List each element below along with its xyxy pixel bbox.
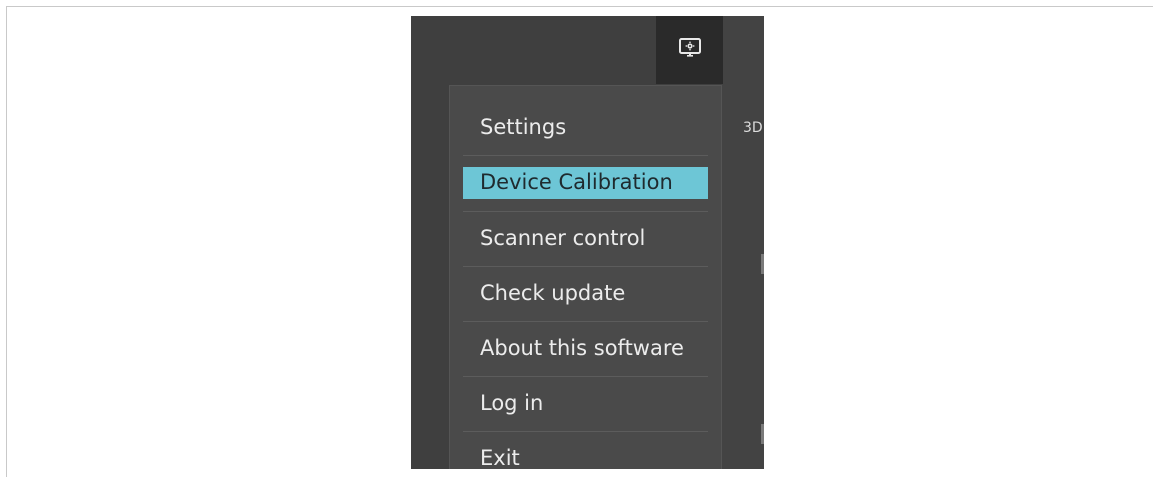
- settings-monitor-icon: [678, 36, 702, 64]
- menu-item-label: Scanner control: [480, 226, 646, 250]
- menu-item-label: Log in: [480, 391, 544, 415]
- menu-item-label: Check update: [480, 281, 626, 305]
- panel-control-edge: [761, 254, 764, 274]
- menu-item-exit[interactable]: Exit: [463, 431, 708, 469]
- menu-item-label: Settings: [480, 115, 567, 139]
- app-window: 3D Settings Device Calibration Scanner c…: [411, 16, 764, 469]
- menu-item-check-update[interactable]: Check update: [463, 266, 708, 320]
- right-panel: [721, 16, 764, 469]
- frame-left-border: [6, 6, 7, 477]
- panel-label: 3D: [743, 120, 763, 136]
- menu-item-scanner-control[interactable]: Scanner control: [463, 211, 708, 265]
- menu-item-settings[interactable]: Settings: [463, 100, 708, 154]
- settings-menu-button[interactable]: [656, 16, 723, 84]
- panel-control-edge: [761, 424, 764, 444]
- menu-item-log-in[interactable]: Log in: [463, 376, 708, 430]
- frame-top-border: [6, 6, 1153, 7]
- menu-item-device-calibration[interactable]: Device Calibration: [463, 155, 708, 209]
- menu-item-about-software[interactable]: About this software: [463, 321, 708, 375]
- page-frame: 3D Settings Device Calibration Scanner c…: [0, 0, 1153, 477]
- menu-item-label: About this software: [480, 336, 684, 360]
- menu-item-label: Device Calibration: [480, 170, 673, 194]
- settings-dropdown-menu: Settings Device Calibration Scanner cont…: [450, 86, 721, 469]
- menu-item-label: Exit: [480, 446, 520, 469]
